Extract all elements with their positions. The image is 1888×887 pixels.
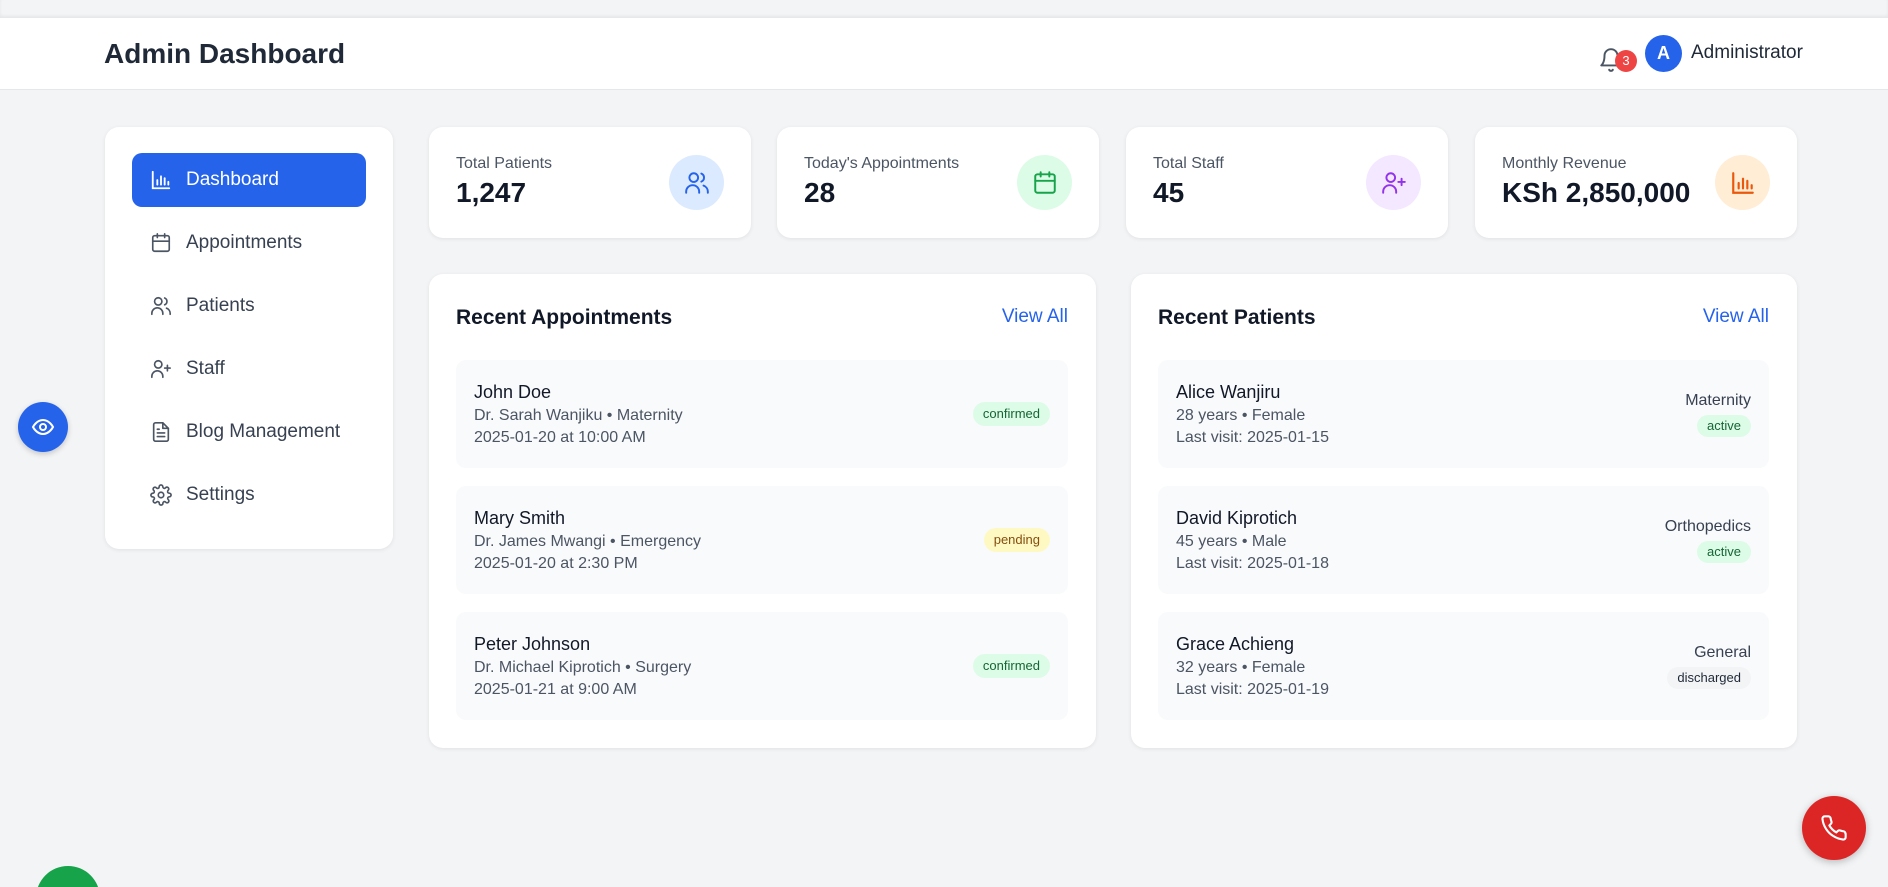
patient-department: Maternity (1685, 392, 1751, 409)
sidebar-item-label: Settings (186, 484, 255, 505)
status-badge: confirmed (972, 654, 1050, 678)
sidebar-item-label: Dashboard (186, 169, 279, 190)
eye-icon (31, 418, 55, 436)
patient-name: Grace Achieng (1176, 634, 1295, 654)
stat-card-monthly-revenue: Monthly Revenue KSh 2,850,000 (1475, 127, 1797, 238)
status-badge: active (1697, 415, 1751, 437)
patient-demographics: 45 years • Male (1176, 533, 1287, 550)
top-strip (0, 0, 1888, 18)
appointment-doctor: Dr. Sarah Wanjiku • Maternity (474, 407, 683, 424)
sidebar: Dashboard Appointments Patients Staff Bl… (105, 127, 393, 549)
stat-card-total-staff: Total Staff 45 (1126, 127, 1448, 238)
phone-icon (1821, 815, 1847, 841)
patient-department: Orthopedics (1664, 518, 1751, 535)
patient-name: Alice Wanjiru (1176, 382, 1281, 402)
notification-badge: 3 (1615, 50, 1637, 72)
sidebar-item-label: Blog Management (186, 421, 341, 442)
stat-card-total-patients: Total Patients 1,247 (429, 127, 751, 238)
patient-name: David Kiprotich (1176, 508, 1298, 528)
patient-demographics: 28 years • Female (1176, 407, 1306, 424)
stat-value: 28 (804, 177, 836, 208)
gear-icon (150, 484, 172, 506)
users-icon (684, 171, 709, 194)
sidebar-item-blog-management[interactable]: Blog Management (132, 405, 366, 459)
status-badge: discharged (1667, 667, 1751, 689)
patient-row[interactable]: Grace Achieng 32 years • Female Last vis… (1158, 612, 1769, 720)
stat-label: Today's Appointments (804, 155, 960, 172)
recent-appointments-panel: Recent Appointments View All John Doe Dr… (429, 274, 1096, 748)
status-badge: active (1697, 541, 1751, 563)
stat-value: 1,247 (456, 177, 527, 208)
patient-name: Peter Johnson (474, 634, 591, 654)
appointment-doctor: Dr. Michael Kiprotich • Surgery (474, 659, 692, 676)
view-all-appointments-link[interactable]: View All (1002, 306, 1068, 328)
patient-row[interactable]: Alice Wanjiru 28 years • Female Last vis… (1158, 360, 1769, 468)
patient-name: Mary Smith (474, 508, 566, 528)
avatar[interactable]: A (1645, 35, 1682, 72)
appointment-doctor: Dr. James Mwangi • Emergency (474, 533, 702, 550)
sidebar-item-settings[interactable]: Settings (132, 468, 366, 522)
patient-name: John Doe (474, 382, 552, 402)
patient-demographics: 32 years • Female (1176, 659, 1306, 676)
panel-title: Recent Patients (1158, 306, 1316, 329)
document-icon (152, 422, 170, 442)
user-plus-icon (1381, 171, 1406, 194)
appointment-time: 2025-01-21 at 9:00 AM (474, 681, 637, 698)
recent-patients-panel: Recent Patients View All Alice Wanjiru 2… (1131, 274, 1797, 748)
stat-icon-circle (669, 155, 724, 210)
status-badge: pending (983, 528, 1050, 552)
sidebar-item-dashboard[interactable]: Dashboard (132, 153, 366, 207)
stat-label: Total Patients (456, 155, 553, 172)
sidebar-item-label: Appointments (186, 232, 303, 253)
stat-card-todays-appointments: Today's Appointments 28 (777, 127, 1099, 238)
patient-last-visit: Last visit: 2025-01-18 (1176, 555, 1329, 572)
sidebar-item-patients[interactable]: Patients (132, 279, 366, 333)
appointment-row[interactable]: Mary Smith Dr. James Mwangi • Emergency … (456, 486, 1068, 594)
chat-button[interactable] (36, 866, 100, 887)
notifications-button[interactable]: 3 (1598, 38, 1637, 72)
stat-icon-circle (1366, 155, 1421, 210)
stat-icon-circle (1715, 155, 1770, 210)
emergency-call-button[interactable] (1802, 796, 1866, 860)
patient-department: General (1694, 644, 1751, 661)
panel-title: Recent Appointments (456, 306, 673, 329)
stat-label: Monthly Revenue (1502, 155, 1627, 172)
appointment-time: 2025-01-20 at 2:30 PM (474, 555, 638, 572)
stat-value: KSh 2,850,000 (1502, 177, 1691, 208)
user-name[interactable]: Administrator (1691, 42, 1803, 64)
sidebar-item-label: Patients (186, 295, 255, 316)
sidebar-item-appointments[interactable]: Appointments (132, 216, 366, 270)
page-title: Admin Dashboard (104, 38, 346, 69)
patient-row[interactable]: David Kiprotich 45 years • Male Last vis… (1158, 486, 1769, 594)
appointment-row[interactable]: John Doe Dr. Sarah Wanjiku • Maternity 2… (456, 360, 1068, 468)
stat-icon-circle (1017, 155, 1072, 210)
user-plus-icon (151, 359, 171, 379)
app-header: Admin Dashboard 3 A Administrator (0, 18, 1888, 90)
view-all-patients-link[interactable]: View All (1703, 306, 1769, 328)
accessibility-button[interactable] (18, 402, 68, 452)
sidebar-item-staff[interactable]: Staff (132, 342, 366, 396)
stat-label: Total Staff (1153, 155, 1224, 172)
stat-value: 45 (1153, 177, 1185, 208)
patient-last-visit: Last visit: 2025-01-15 (1176, 429, 1329, 446)
appointment-time: 2025-01-20 at 10:00 AM (474, 429, 646, 446)
users-icon (151, 296, 171, 316)
bar-chart-icon (151, 170, 171, 190)
patient-last-visit: Last visit: 2025-01-19 (1176, 681, 1329, 698)
calendar-icon (151, 233, 171, 253)
appointment-row[interactable]: Peter Johnson Dr. Michael Kiprotich • Su… (456, 612, 1068, 720)
status-badge: confirmed (972, 402, 1050, 426)
bar-chart-icon (1731, 171, 1754, 194)
sidebar-item-label: Staff (186, 358, 225, 379)
calendar-icon (1033, 170, 1056, 194)
